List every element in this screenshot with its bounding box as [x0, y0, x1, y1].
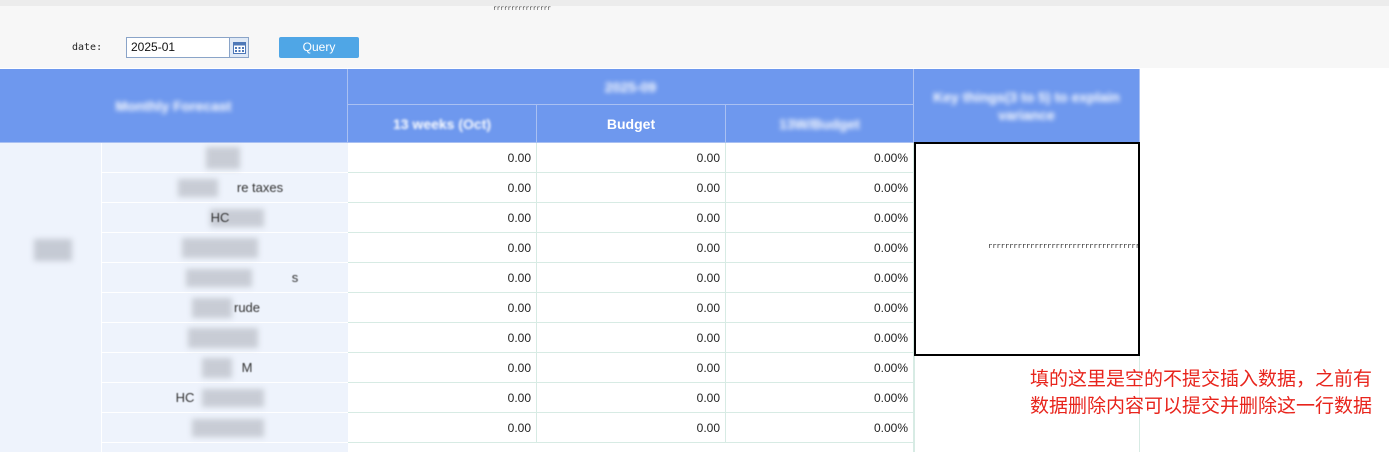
cell-13w[interactable]: 0.00 [348, 203, 537, 233]
cell-13w[interactable]: 0.00 [348, 383, 537, 413]
header-key-things: Key things(3 to 5) to explain variance [914, 69, 1140, 143]
header-monthly-forecast: Monthly Forecast [0, 69, 348, 143]
cell-variance: 0.00% [726, 323, 914, 353]
comment-cell-text: rrrrrrrrrrrrrrrrrrrrrrrrrrrrrrrrrrrrrrrr… [988, 242, 1140, 250]
col-variance-label: 13W/Budget [779, 115, 860, 132]
row-label: HC [102, 383, 348, 413]
date-input[interactable]: 2025-01 [126, 37, 230, 58]
cell-budget[interactable]: 0.00 [537, 383, 726, 413]
col-comment-label: Key things(3 to 5) to explain variance [933, 88, 1120, 123]
query-button[interactable]: Query [279, 37, 359, 58]
annotation-note: 填的这里是空的不提交插入数据，之前有数据删除内容可以提交并删除这一行数据 [1030, 369, 1373, 417]
cell-budget[interactable]: 0.00 [537, 233, 726, 263]
cell-budget[interactable]: 0.00 [537, 353, 726, 383]
row-group-label [34, 239, 72, 261]
row-label [102, 143, 348, 173]
cell-budget[interactable]: 0.00 [537, 413, 726, 443]
cell-variance: 0.00% [726, 203, 914, 233]
cell-variance: 0.00% [726, 413, 914, 443]
cell-13w[interactable]: 0.00 [348, 143, 537, 173]
cell-budget[interactable]: 0.00 [537, 203, 726, 233]
row-group-cell [0, 143, 102, 452]
cell-13w[interactable]: 0.00 [348, 293, 537, 323]
cell-variance: 0.00% [726, 233, 914, 263]
comment-cell[interactable]: rrrrrrrrrrrrrrrrrrrrrrrrrrrrrrrrrrrrrrrr… [914, 142, 1140, 356]
row-label: re taxes [102, 173, 348, 203]
date-label: date: [72, 42, 103, 53]
cell-budget[interactable]: 0.00 [537, 143, 726, 173]
cell-variance: 0.00% [726, 383, 914, 413]
period-label: 2025-09 [604, 78, 657, 95]
cell-budget[interactable]: 0.00 [537, 293, 726, 323]
cell-13w[interactable]: 0.00 [348, 263, 537, 293]
cell-variance: 0.00% [726, 263, 914, 293]
cell-13w[interactable]: 0.00 [348, 173, 537, 203]
cell-variance: 0.00% [726, 143, 914, 173]
header-13-weeks: 13 weeks (Oct) [348, 105, 537, 143]
cell-budget[interactable]: 0.00 [537, 263, 726, 293]
row-label: s [102, 263, 348, 293]
calendar-icon[interactable] [230, 37, 249, 58]
col-13weeks-label: 13 weeks (Oct) [392, 115, 492, 132]
cell-budget[interactable]: 0.00 [537, 173, 726, 203]
row-label [102, 413, 348, 443]
header-budget: Budget [537, 105, 726, 143]
header-variance: 13W/Budget [726, 105, 914, 143]
row-label: rude [102, 293, 348, 323]
cell-13w[interactable]: 0.00 [348, 413, 537, 443]
row-label [102, 323, 348, 353]
header-row-label: Monthly Forecast [115, 97, 232, 114]
row-label [102, 233, 348, 263]
row-label: M [102, 353, 348, 383]
cell-13w[interactable]: 0.00 [348, 353, 537, 383]
cell-13w[interactable]: 0.00 [348, 233, 537, 263]
cell-variance: 0.00% [726, 293, 914, 323]
cell-budget[interactable]: 0.00 [537, 323, 726, 353]
col-budget-label: Budget [606, 115, 656, 132]
row-label-pane: re taxes HC s rude M HC [0, 143, 348, 452]
cell-13w[interactable]: 0.00 [348, 323, 537, 353]
top-text-fragment: rrrrrrrrrrrrrrrr [493, 6, 551, 11]
cell-variance: 0.00% [726, 353, 914, 383]
cell-variance: 0.00% [726, 173, 914, 203]
filter-bar: rrrrrrrrrrrrrrrr date: 2025-01 Query [0, 0, 1389, 68]
row-label: HC [102, 203, 348, 233]
header-period-group: 2025-09 [348, 69, 914, 105]
